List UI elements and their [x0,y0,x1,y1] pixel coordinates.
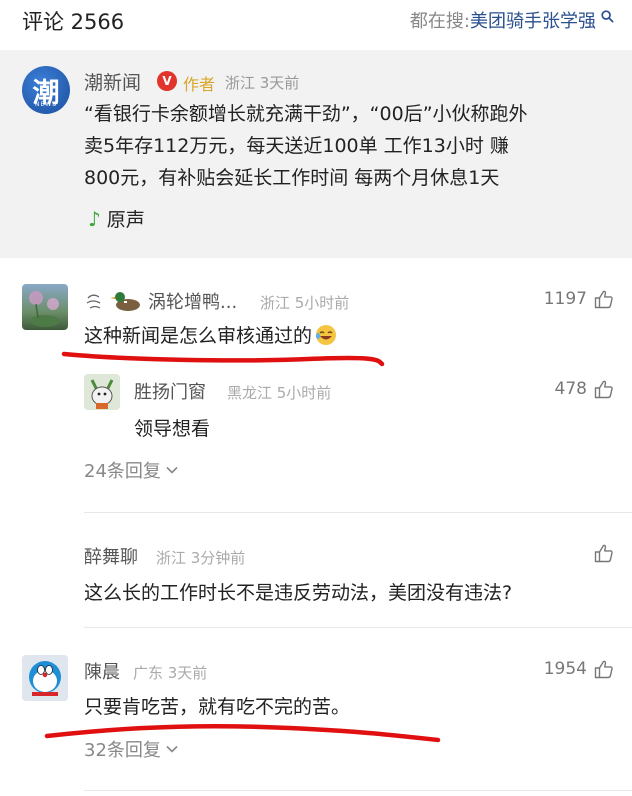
reply-user-name[interactable]: 胜扬门窗 [134,378,206,404]
verified-badge-icon: V [157,71,177,91]
search-icon[interactable] [601,9,614,23]
comment-user-name[interactable]: 醉舞聊 [84,543,138,569]
lotus-avatar-image [29,291,60,327]
music-note-icon: ♪ [88,206,101,231]
publisher-avatar[interactable]: 潮 NEWS [22,66,70,114]
post-body-line: “看银行卡余额增长就充满干劲”，“00后”小伙称跑外 [84,103,528,125]
comments-header: 评论 2566 都在搜: 美团骑手张学强 [0,0,632,48]
trending-search[interactable]: 都在搜: 美团骑手张学强 [410,7,614,33]
pinned-author-post: 潮 NEWS 潮新闻 V 作者 浙江 3天前 “看银行卡余额增长就充满干劲”，“… [0,50,632,258]
comment-user-name[interactable]: 陳晨 [84,658,120,684]
reply-text: 领导想看 [134,418,211,440]
comment-divider [84,627,632,628]
voice-label: 原声 [106,209,145,231]
expand-replies-button[interactable]: 32条回复 [84,736,178,762]
chevron-down-icon [166,745,178,753]
publisher-logo-sub: NEWS [34,101,58,108]
search-keyword-link[interactable]: 美团骑手张学强 [470,7,596,33]
replies-count-label: 32条回复 [84,740,161,761]
comment-user[interactable]: 涡轮增鸭... [84,288,237,314]
like-button[interactable]: 1197 [544,289,614,309]
thumbs-up-icon [594,380,613,398]
comment-divider [84,512,632,513]
search-prefix: 都在搜: [409,11,470,32]
reply-like-button[interactable]: 478 [555,379,614,399]
comment-count: 评论 2566 [22,10,125,34]
replies-count-label: 24条回复 [84,461,161,482]
comment-divider [84,790,632,791]
like-button[interactable]: 1954 [544,659,614,679]
post-body-line: 800元，有补贴会延长工作时间 每两个月休息1天 [84,167,500,189]
cartoon-avatar-image [84,374,120,410]
post-body: “看银行卡余额增长就充满干劲”，“00后”小伙称跑外 卖5年存112万元，每天送… [84,98,612,194]
duck-icon [86,292,140,311]
thumbs-up-icon [594,290,613,308]
post-meta: 浙江 3天前 [225,74,300,92]
post-author-name[interactable]: 潮新闻 [84,68,141,95]
comment-text: 这么长的工作时长不是违反劳动法，美团没有违法? [84,582,513,604]
comment-meta: 浙江 3分钟前 [156,549,246,567]
like-count: 1954 [543,659,587,679]
comment-meta: 浙江 5小时前 [260,294,350,312]
like-count: 1197 [543,289,587,309]
comment-text: 这种新闻是怎么审核通过的 [84,321,338,348]
author-tag: 作者 [183,75,216,94]
laugh-emoji-icon [316,324,337,345]
voice-play-button[interactable]: ♪ 原声 [88,205,145,232]
reply-meta: 黑龙江 5小时前 [227,384,332,402]
comment-user-name: 涡轮增鸭... [148,292,238,313]
like-button[interactable] [587,544,614,563]
thumbs-up-icon [594,660,613,678]
comment-text-content: 这种新闻是怎么审核通过的 [84,325,313,347]
reply-like-count: 478 [554,379,587,399]
comment-meta: 广东 3天前 [133,664,208,682]
avatar[interactable] [22,284,68,330]
doraemon-avatar-image [22,655,68,701]
thumbs-up-icon [594,544,613,563]
reply-avatar[interactable] [84,374,120,410]
post-body-line: 卖5年存112万元，每天送近100单 工作13小时 赚 [84,135,509,157]
chevron-down-icon [166,466,178,474]
avatar[interactable] [22,655,68,701]
comment-text: 只要肯吃苦，就有吃不完的苦。 [84,696,351,718]
expand-replies-button[interactable]: 24条回复 [84,457,178,483]
